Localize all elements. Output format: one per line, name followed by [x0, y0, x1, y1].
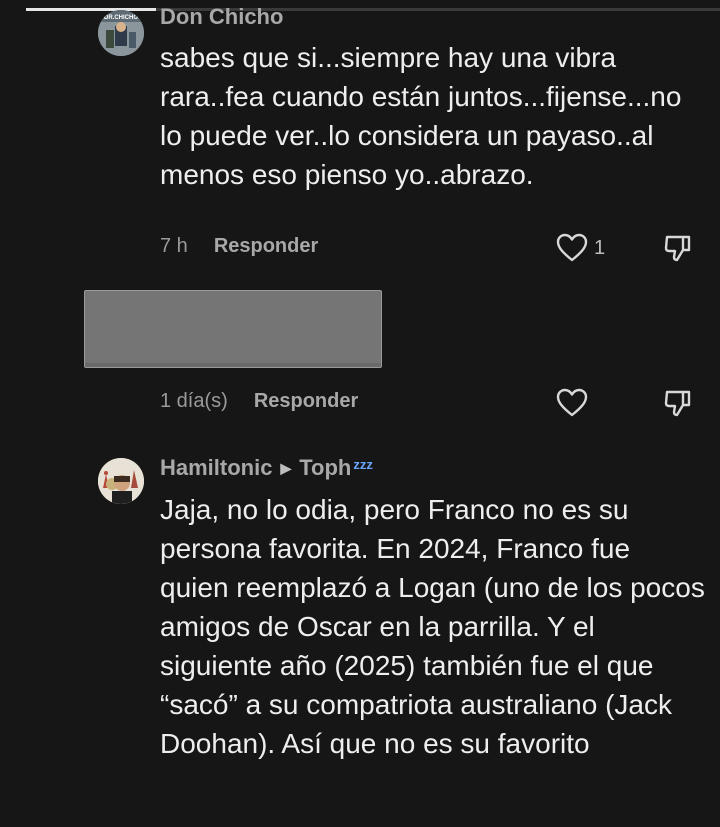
reply-button[interactable]: Responder — [214, 235, 318, 257]
heart-icon[interactable] — [556, 233, 588, 263]
comment-meta: 1 día(s) Responder — [160, 390, 358, 413]
sleep-icon: zzz — [353, 457, 373, 472]
redacted-block — [84, 290, 382, 368]
comment-text: sabes que si...siempre hay una vibra rar… — [160, 42, 682, 190]
scroll-thumb — [26, 8, 156, 11]
svg-text:DR.CHICHO: DR.CHICHO — [104, 15, 138, 21]
comment-meta: 7 h Responder — [160, 235, 318, 258]
comment-text: Jaja, no lo odia, pero Franco no es su p… — [160, 494, 705, 759]
reply-button[interactable]: Responder — [254, 390, 358, 412]
comment-time: 1 día(s) — [160, 390, 228, 412]
comment-time: 7 h — [160, 235, 188, 257]
avatar[interactable] — [98, 458, 144, 504]
heart-icon[interactable] — [556, 388, 588, 418]
comment-author[interactable]: Don Chicho — [160, 4, 283, 30]
reply-arrow-icon: ▶ — [280, 460, 292, 476]
author-name[interactable]: Hamiltonic — [160, 455, 272, 480]
scroll-indicator — [26, 8, 720, 11]
comment-author[interactable]: Hamiltonic ▶ Toph zzz — [160, 455, 373, 481]
reply-to-name[interactable]: Toph — [299, 455, 351, 480]
dislike-icon[interactable] — [663, 233, 693, 263]
like-count: 1 — [594, 237, 606, 259]
avatar[interactable]: DR.CHICHO — [98, 10, 144, 56]
dislike-icon[interactable] — [663, 388, 693, 418]
